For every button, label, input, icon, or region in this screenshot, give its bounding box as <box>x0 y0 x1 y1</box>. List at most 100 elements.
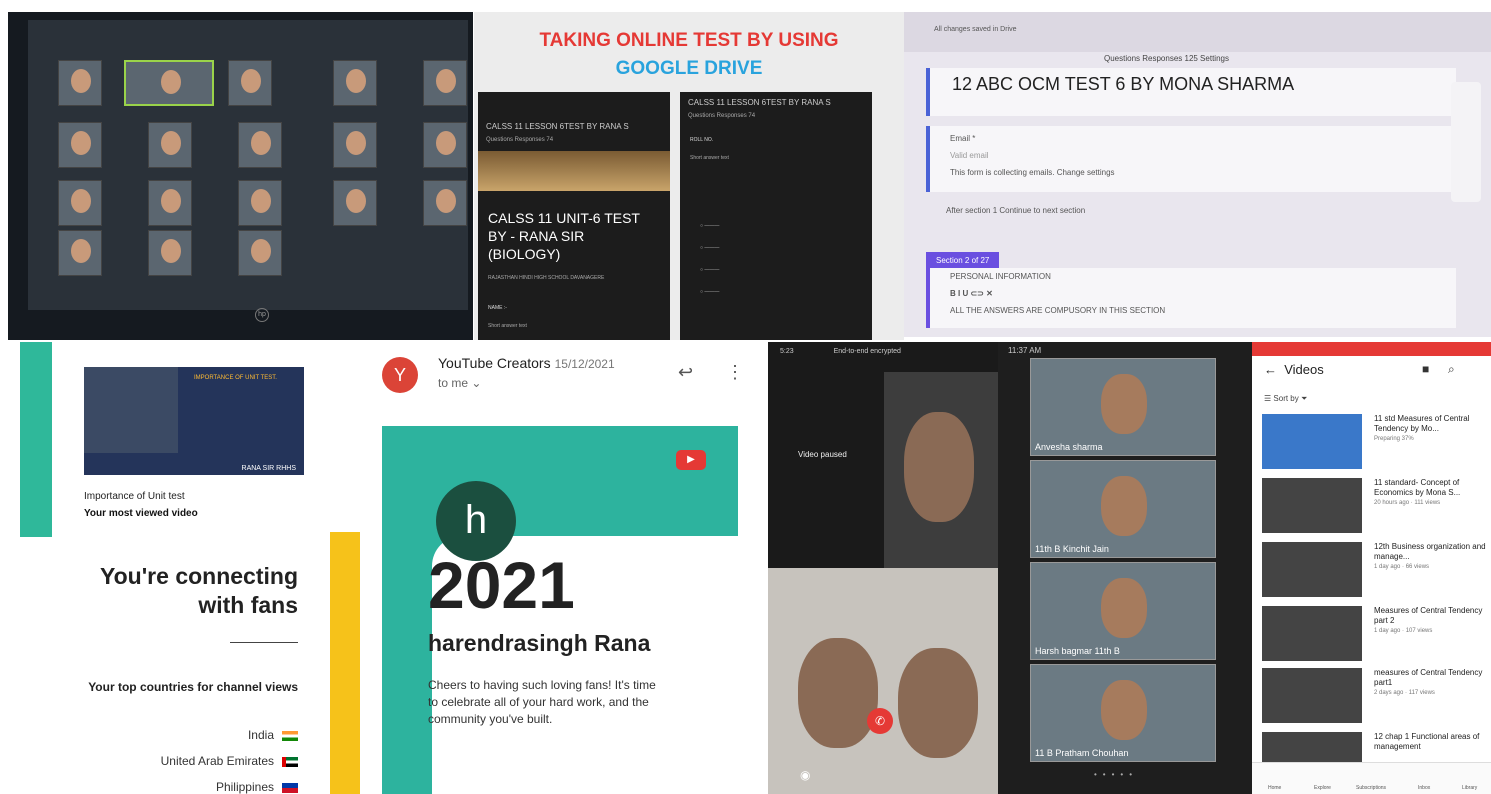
video-meta: 20 hours ago · 111 views <box>1374 500 1441 506</box>
nav-library[interactable]: Library <box>1462 785 1477 791</box>
participant-tile <box>124 60 214 106</box>
nav-explore[interactable]: Explore <box>1314 785 1331 791</box>
video-subtitle: Your most viewed video <box>84 508 198 519</box>
encryption-note: End-to-end encrypted <box>833 348 901 355</box>
india-flag-icon <box>282 730 298 741</box>
section-badge: Section 2 of 27 <box>926 252 1000 269</box>
country-item: Philippines <box>216 780 298 794</box>
phone-video-call: 5:23 End-to-end encrypted Video paused ✆ … <box>768 342 998 794</box>
section-card: PERSONAL INFORMATION B I U ⊂⊃ ✕ ALL THE … <box>926 268 1456 328</box>
thumbnail-title: IMPORTANCE OF UNIT TEST. <box>194 375 277 381</box>
form-title[interactable]: 12 ABC OCM TEST 6 BY MONA SHARMA <box>952 74 1294 95</box>
collecting-note[interactable]: This form is collecting emails. Change s… <box>930 164 1456 181</box>
divider <box>230 642 298 643</box>
drive-title-line1: TAKING ONLINE TEST BY USING <box>539 30 839 51</box>
end-call-button[interactable]: ✆ <box>867 708 893 734</box>
participant-tile <box>58 180 102 226</box>
philippines-flag-icon <box>282 782 298 793</box>
back-arrow-icon[interactable]: ← <box>1264 362 1277 377</box>
sender-avatar: Y <box>382 357 418 393</box>
video-meta: 1 day ago · 107 views <box>1374 628 1433 634</box>
recipient-label: to me <box>438 376 469 390</box>
bottom-nav: Home Explore Subscriptions Inbox Library <box>1252 762 1491 794</box>
participant-tile <box>58 122 102 168</box>
camera-icon[interactable]: ■ <box>1422 362 1429 376</box>
video-item[interactable]: 11 std Measures of Central Tendency by M… <box>1262 414 1487 474</box>
participant-tile <box>423 122 467 168</box>
participant-tile: Anvesha sharma <box>1030 358 1216 456</box>
decorative-strip <box>330 532 360 794</box>
sort-label: Sort by <box>1273 394 1299 403</box>
form-tabs[interactable]: Questions Responses 74 <box>478 137 670 143</box>
video-meta: 2 days ago · 117 views <box>1374 690 1435 696</box>
email-card: Email * Valid email This form is collect… <box>926 126 1456 192</box>
after-section[interactable]: After section 1 Continue to next section <box>926 202 1105 219</box>
format-toolbar[interactable]: B I U ⊂⊃ ✕ <box>930 285 1456 302</box>
status-bar: 5:23 End-to-end encrypted <box>768 342 998 364</box>
sort-button[interactable]: ☰ Sort by ⏷ <box>1264 394 1307 404</box>
form-editor-tabs[interactable]: Questions Responses 125 Settings <box>1104 54 1229 63</box>
form-side-toolbar[interactable] <box>1451 82 1481 202</box>
nav-home[interactable]: Home <box>1268 785 1281 791</box>
email-input[interactable]: Valid email <box>930 147 1456 164</box>
top-countries-heading: Your top countries for channel views <box>88 680 298 694</box>
video-title: 11 standard- Concept of Economics by Mon… <box>1374 478 1461 497</box>
video-meta: 1 day ago · 66 views <box>1374 564 1430 570</box>
video-thumbnail[interactable]: IMPORTANCE OF UNIT TEST. RANA SIR RHHS <box>84 367 304 475</box>
participant-tile: 11th B Kinchit Jain <box>1030 460 1216 558</box>
participant-name: 11 B Pratham Chouhan <box>1035 748 1129 758</box>
videos-header: ← Videos <box>1264 362 1324 377</box>
video-title: 11 std Measures of Central Tendency by M… <box>1374 414 1470 433</box>
google-drive-panel: TAKING ONLINE TEST BY USING GOOGLE DRIVE… <box>474 12 904 340</box>
drive-title-line2: GOOGLE DRIVE <box>615 58 763 79</box>
option[interactable]: ○ ——— <box>680 281 872 303</box>
nav-inbox[interactable]: Inbox <box>1418 785 1430 791</box>
section-description[interactable]: ALL THE ANSWERS ARE COMPUSORY IN THIS SE… <box>930 302 1456 319</box>
participant-tile <box>333 60 377 106</box>
country-name: Philippines <box>215 780 274 794</box>
youtube-logo-icon: ▶ <box>676 450 706 470</box>
recap-year: 2021 <box>428 548 575 622</box>
fans-heading: You're connecting with fans <box>99 563 298 618</box>
participant-tile <box>148 180 192 226</box>
video-item[interactable]: Measures of Central Tendency part 2 1 day… <box>1262 606 1487 666</box>
video-title: Importance of Unit test <box>84 491 185 502</box>
search-icon[interactable]: ⌕ <box>1448 362 1455 377</box>
nav-subscriptions[interactable]: Subscriptions <box>1356 785 1386 791</box>
video-item[interactable]: measures of Central Tendency part1 2 days… <box>1262 668 1487 728</box>
video-meta: Preparing 37% <box>1374 436 1414 442</box>
video-title: 12th Business organization and manage... <box>1374 542 1486 561</box>
short-answer-field[interactable]: Short answer text <box>680 145 872 163</box>
youtube-recap-left: IMPORTANCE OF UNIT TEST. RANA SIR RHHS I… <box>0 342 330 794</box>
form-phone-b: CALSS 11 LESSON 6TEST BY RANA S Question… <box>680 92 872 340</box>
option[interactable]: ○ ——— <box>680 259 872 281</box>
participant-tile <box>58 60 102 106</box>
option[interactable]: ○ ——— <box>680 237 872 259</box>
sender-name: YouTube Creators <box>438 355 551 371</box>
video-title: measures of Central Tendency part1 <box>1374 668 1483 687</box>
sender-line: YouTube Creators 15/12/2021 <box>438 355 615 371</box>
video-item[interactable]: 12th Business organization and manage...… <box>1262 542 1487 602</box>
participant-tile <box>423 180 467 226</box>
page-dots[interactable]: ••••• <box>1094 770 1138 779</box>
participant-tile <box>238 122 282 168</box>
section-title[interactable]: PERSONAL INFORMATION <box>930 268 1456 285</box>
more-options-icon[interactable]: ⋮ <box>726 362 744 383</box>
participant-video <box>768 568 998 794</box>
recap-message: Cheers to having such loving fans! It's … <box>428 678 656 726</box>
email-label: Email * <box>950 134 976 143</box>
video-call-laptop: hp <box>8 12 473 340</box>
presenter-video <box>84 367 178 453</box>
video-paused-label: Video paused <box>798 450 847 459</box>
participant-tile <box>58 230 102 276</box>
youtube-email: Y YouTube Creators 15/12/2021 to me ⌄ ↩ ⋮… <box>360 342 768 794</box>
country-item: United Arab Emirates <box>161 754 298 768</box>
camera-icon[interactable]: ◉ <box>800 768 810 782</box>
option[interactable]: ○ ——— <box>680 163 872 237</box>
participant-video <box>884 372 998 568</box>
short-answer-field[interactable]: Short answer text <box>478 313 670 331</box>
video-item[interactable]: 11 standard- Concept of Economics by Mon… <box>1262 478 1487 538</box>
recipient[interactable]: to me ⌄ <box>438 376 481 390</box>
participant-name: Harsh bagmar 11th B <box>1035 646 1120 656</box>
reply-icon[interactable]: ↩ <box>678 362 693 383</box>
